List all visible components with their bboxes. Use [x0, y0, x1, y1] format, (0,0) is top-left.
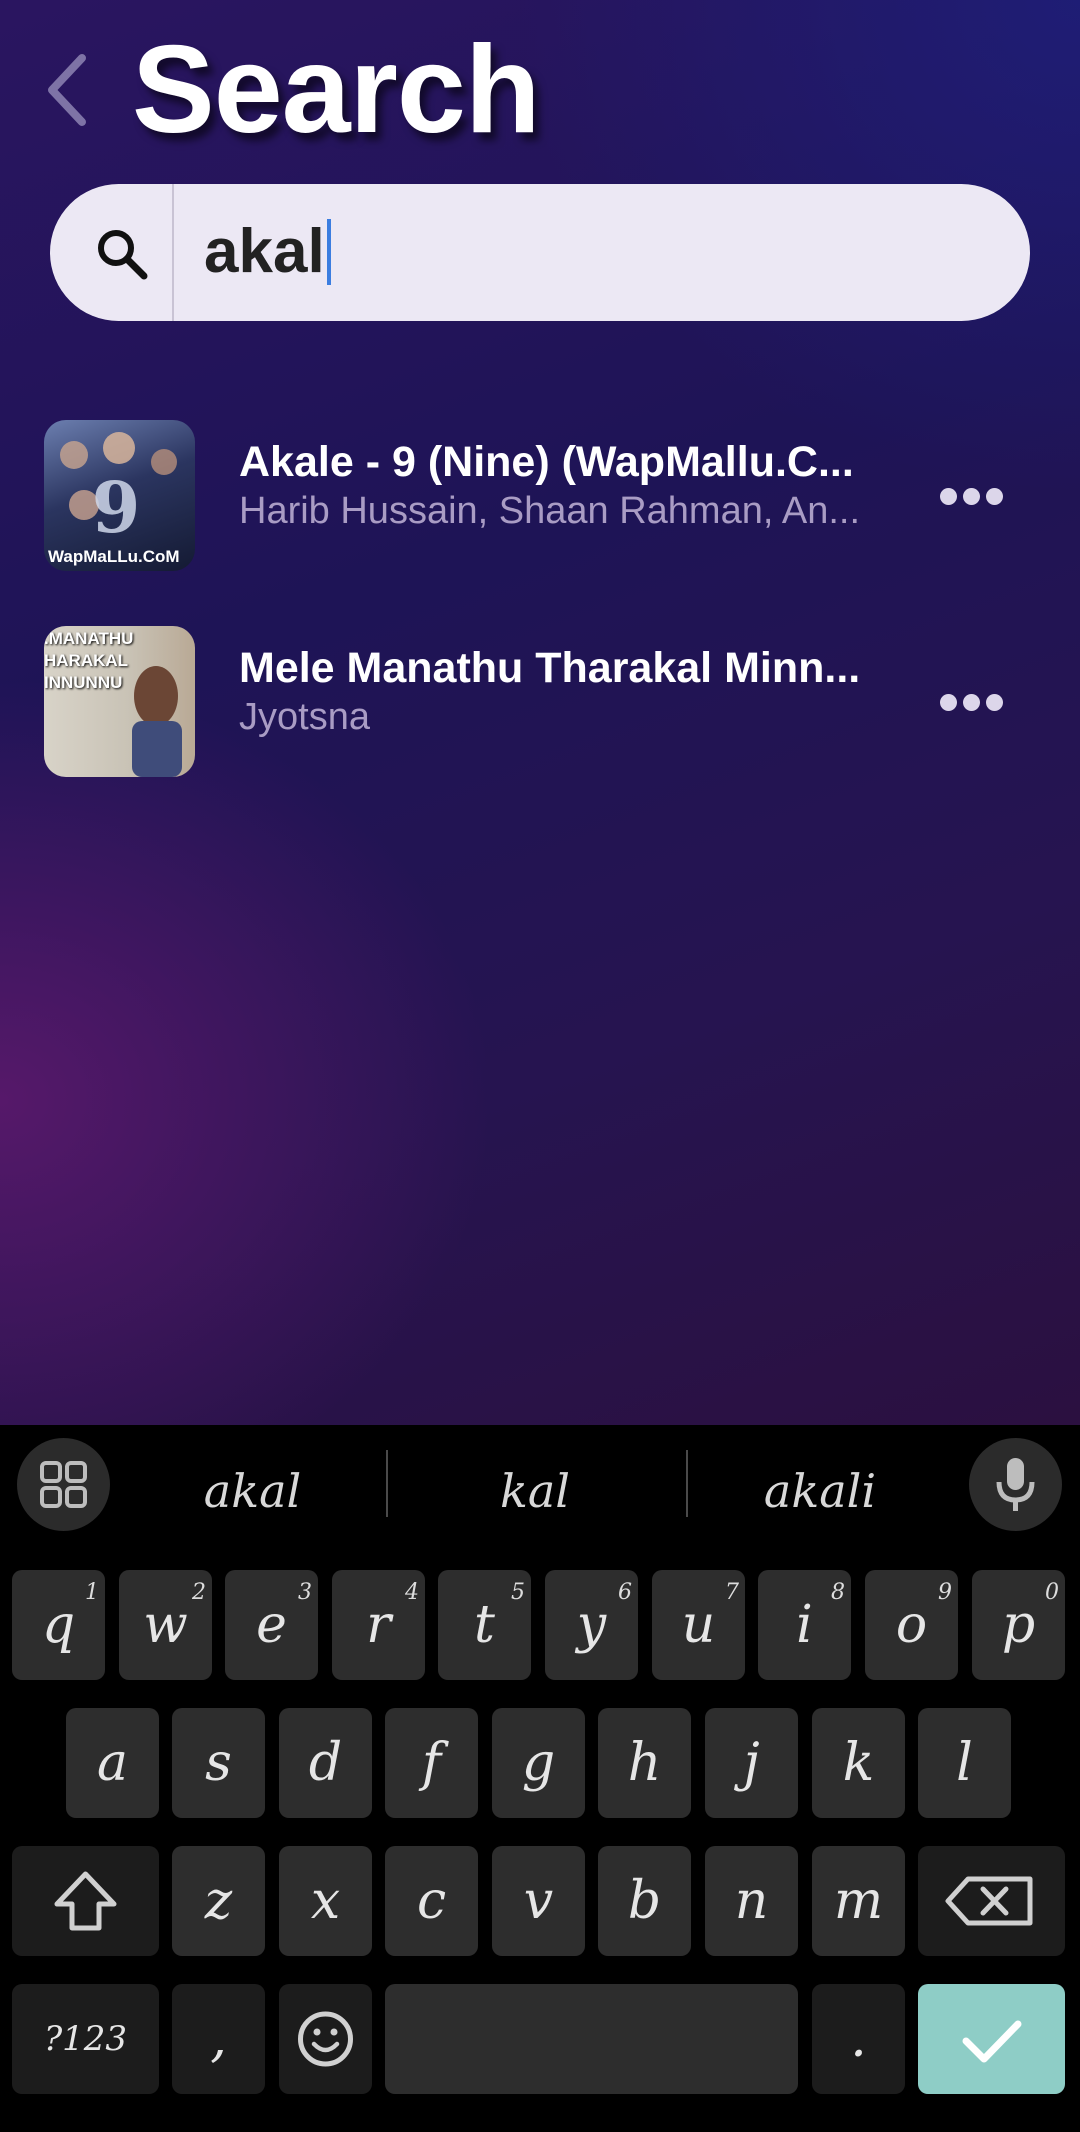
text-caret — [326, 218, 331, 285]
album-art: .MANATHU HARAKAL INNUNNU — [44, 626, 195, 777]
key-i[interactable]: i8 — [758, 1570, 851, 1680]
key-hint: 0 — [1045, 1580, 1059, 1605]
suggestion[interactable]: akal — [130, 1451, 375, 1531]
key-a[interactable]: a — [66, 1708, 159, 1818]
more-icon — [940, 488, 957, 505]
key-label: y — [576, 1595, 607, 1655]
enter-key[interactable] — [918, 1984, 1065, 2094]
backspace-icon — [945, 1876, 1033, 1926]
key-label: e — [256, 1595, 287, 1655]
search-bar[interactable]: akal — [50, 184, 1030, 321]
key-hint: 2 — [192, 1580, 206, 1605]
key-label: o — [895, 1595, 928, 1655]
search-divider — [172, 184, 174, 321]
key-t[interactable]: t5 — [438, 1570, 531, 1680]
key-hint: 5 — [511, 1580, 525, 1605]
key-j[interactable]: j — [705, 1708, 798, 1818]
chevron-left-icon — [48, 54, 86, 126]
result-subtitle: Jyotsna — [239, 696, 370, 738]
suggestion[interactable]: akali — [695, 1451, 945, 1531]
key-m[interactable]: m — [812, 1846, 905, 1956]
key-c[interactable]: c — [385, 1846, 478, 1956]
album-art-label: .MANATHU HARAKAL INNUNNU — [44, 629, 134, 692]
more-icon-dot — [986, 488, 1003, 505]
result-subtitle: Harib Hussain, Shaan Rahman, An... — [239, 490, 859, 532]
back-button[interactable] — [38, 50, 98, 130]
more-icon-dot — [986, 694, 1003, 711]
suggestion-divider — [686, 1450, 688, 1517]
more-options-button[interactable] — [930, 676, 1010, 726]
space-key[interactable] — [385, 1984, 798, 2094]
key-label: q — [41, 1595, 76, 1655]
key-hint: 3 — [298, 1580, 312, 1605]
microphone-icon — [996, 1458, 1035, 1511]
emoji-key[interactable] — [279, 1984, 372, 2094]
key-e[interactable]: e3 — [225, 1570, 318, 1680]
emoji-icon — [298, 2011, 353, 2067]
voice-input-button[interactable] — [969, 1438, 1062, 1531]
key-hint: 8 — [831, 1580, 845, 1605]
soft-keyboard: akal kal akali q1 w2 e3 r4 t5 y6 u7 i8 o… — [0, 1425, 1080, 2125]
album-art-label: WapMaLLu.CoM — [48, 547, 180, 566]
key-x[interactable]: x — [279, 1846, 372, 1956]
key-b[interactable]: b — [598, 1846, 691, 1956]
key-label: u — [681, 1595, 716, 1655]
result-title: Akale - 9 (Nine) (WapMallu.C... — [239, 438, 854, 486]
comma-key[interactable]: , — [172, 1984, 265, 2094]
search-icon[interactable] — [92, 224, 152, 284]
svg-text:9: 9 — [92, 466, 141, 549]
key-label: r — [366, 1595, 391, 1655]
key-w[interactable]: w2 — [119, 1570, 212, 1680]
result-item[interactable]: 9 WapMaLLu.CoM Akale - 9 (Nine) (WapMall… — [0, 420, 1080, 580]
suggestion[interactable]: kal — [395, 1451, 675, 1531]
key-s[interactable]: s — [172, 1708, 265, 1818]
key-k[interactable]: k — [812, 1708, 905, 1818]
key-p[interactable]: p0 — [972, 1570, 1065, 1680]
key-label: p — [1001, 1595, 1036, 1655]
key-q[interactable]: q1 — [12, 1570, 105, 1680]
album-art: 9 WapMaLLu.CoM — [44, 420, 195, 571]
key-z[interactable]: z — [172, 1846, 265, 1956]
key-label: t — [474, 1595, 495, 1655]
key-u[interactable]: u7 — [652, 1570, 745, 1680]
key-label: i — [796, 1595, 813, 1655]
more-options-button[interactable] — [930, 470, 1010, 520]
more-icon-dot — [963, 488, 980, 505]
key-o[interactable]: o9 — [865, 1570, 958, 1680]
key-hint: 6 — [618, 1580, 632, 1605]
shift-icon — [54, 1871, 117, 1931]
page-title: Search — [132, 21, 541, 159]
key-f[interactable]: f — [385, 1708, 478, 1818]
key-r[interactable]: r4 — [332, 1570, 425, 1680]
period-key[interactable]: . — [812, 1984, 905, 2094]
suggestion-divider — [386, 1450, 388, 1517]
shift-key[interactable] — [12, 1846, 159, 1956]
key-d[interactable]: d — [279, 1708, 372, 1818]
search-input-text: akal — [204, 217, 325, 286]
key-hint: 7 — [725, 1580, 739, 1605]
key-l[interactable]: l — [918, 1708, 1011, 1818]
key-label: w — [143, 1595, 188, 1655]
backspace-key[interactable] — [918, 1846, 1065, 1956]
app-screen: Search akal 9 WapMaLLu.CoM Akale - 9 (Ni… — [0, 0, 1080, 1425]
symbols-key[interactable]: ?123 — [12, 1984, 159, 2094]
keyboard-menu-button[interactable] — [17, 1438, 110, 1531]
more-icon — [940, 694, 957, 711]
key-n[interactable]: n — [705, 1846, 798, 1956]
key-hint: 4 — [405, 1580, 419, 1605]
key-g[interactable]: g — [492, 1708, 585, 1818]
key-hint: 1 — [85, 1580, 99, 1605]
key-y[interactable]: y6 — [545, 1570, 638, 1680]
more-icon-dot — [963, 694, 980, 711]
checkmark-icon — [962, 2020, 1022, 2063]
key-v[interactable]: v — [492, 1846, 585, 1956]
key-h[interactable]: h — [598, 1708, 691, 1818]
result-title: Mele Manathu Tharakal Minn... — [239, 644, 859, 692]
key-hint: 9 — [938, 1580, 952, 1605]
search-input[interactable]: akal — [204, 202, 984, 302]
result-item[interactable]: .MANATHU HARAKAL INNUNNU Mele Manathu Th… — [0, 626, 1080, 786]
grid-icon — [40, 1461, 87, 1508]
